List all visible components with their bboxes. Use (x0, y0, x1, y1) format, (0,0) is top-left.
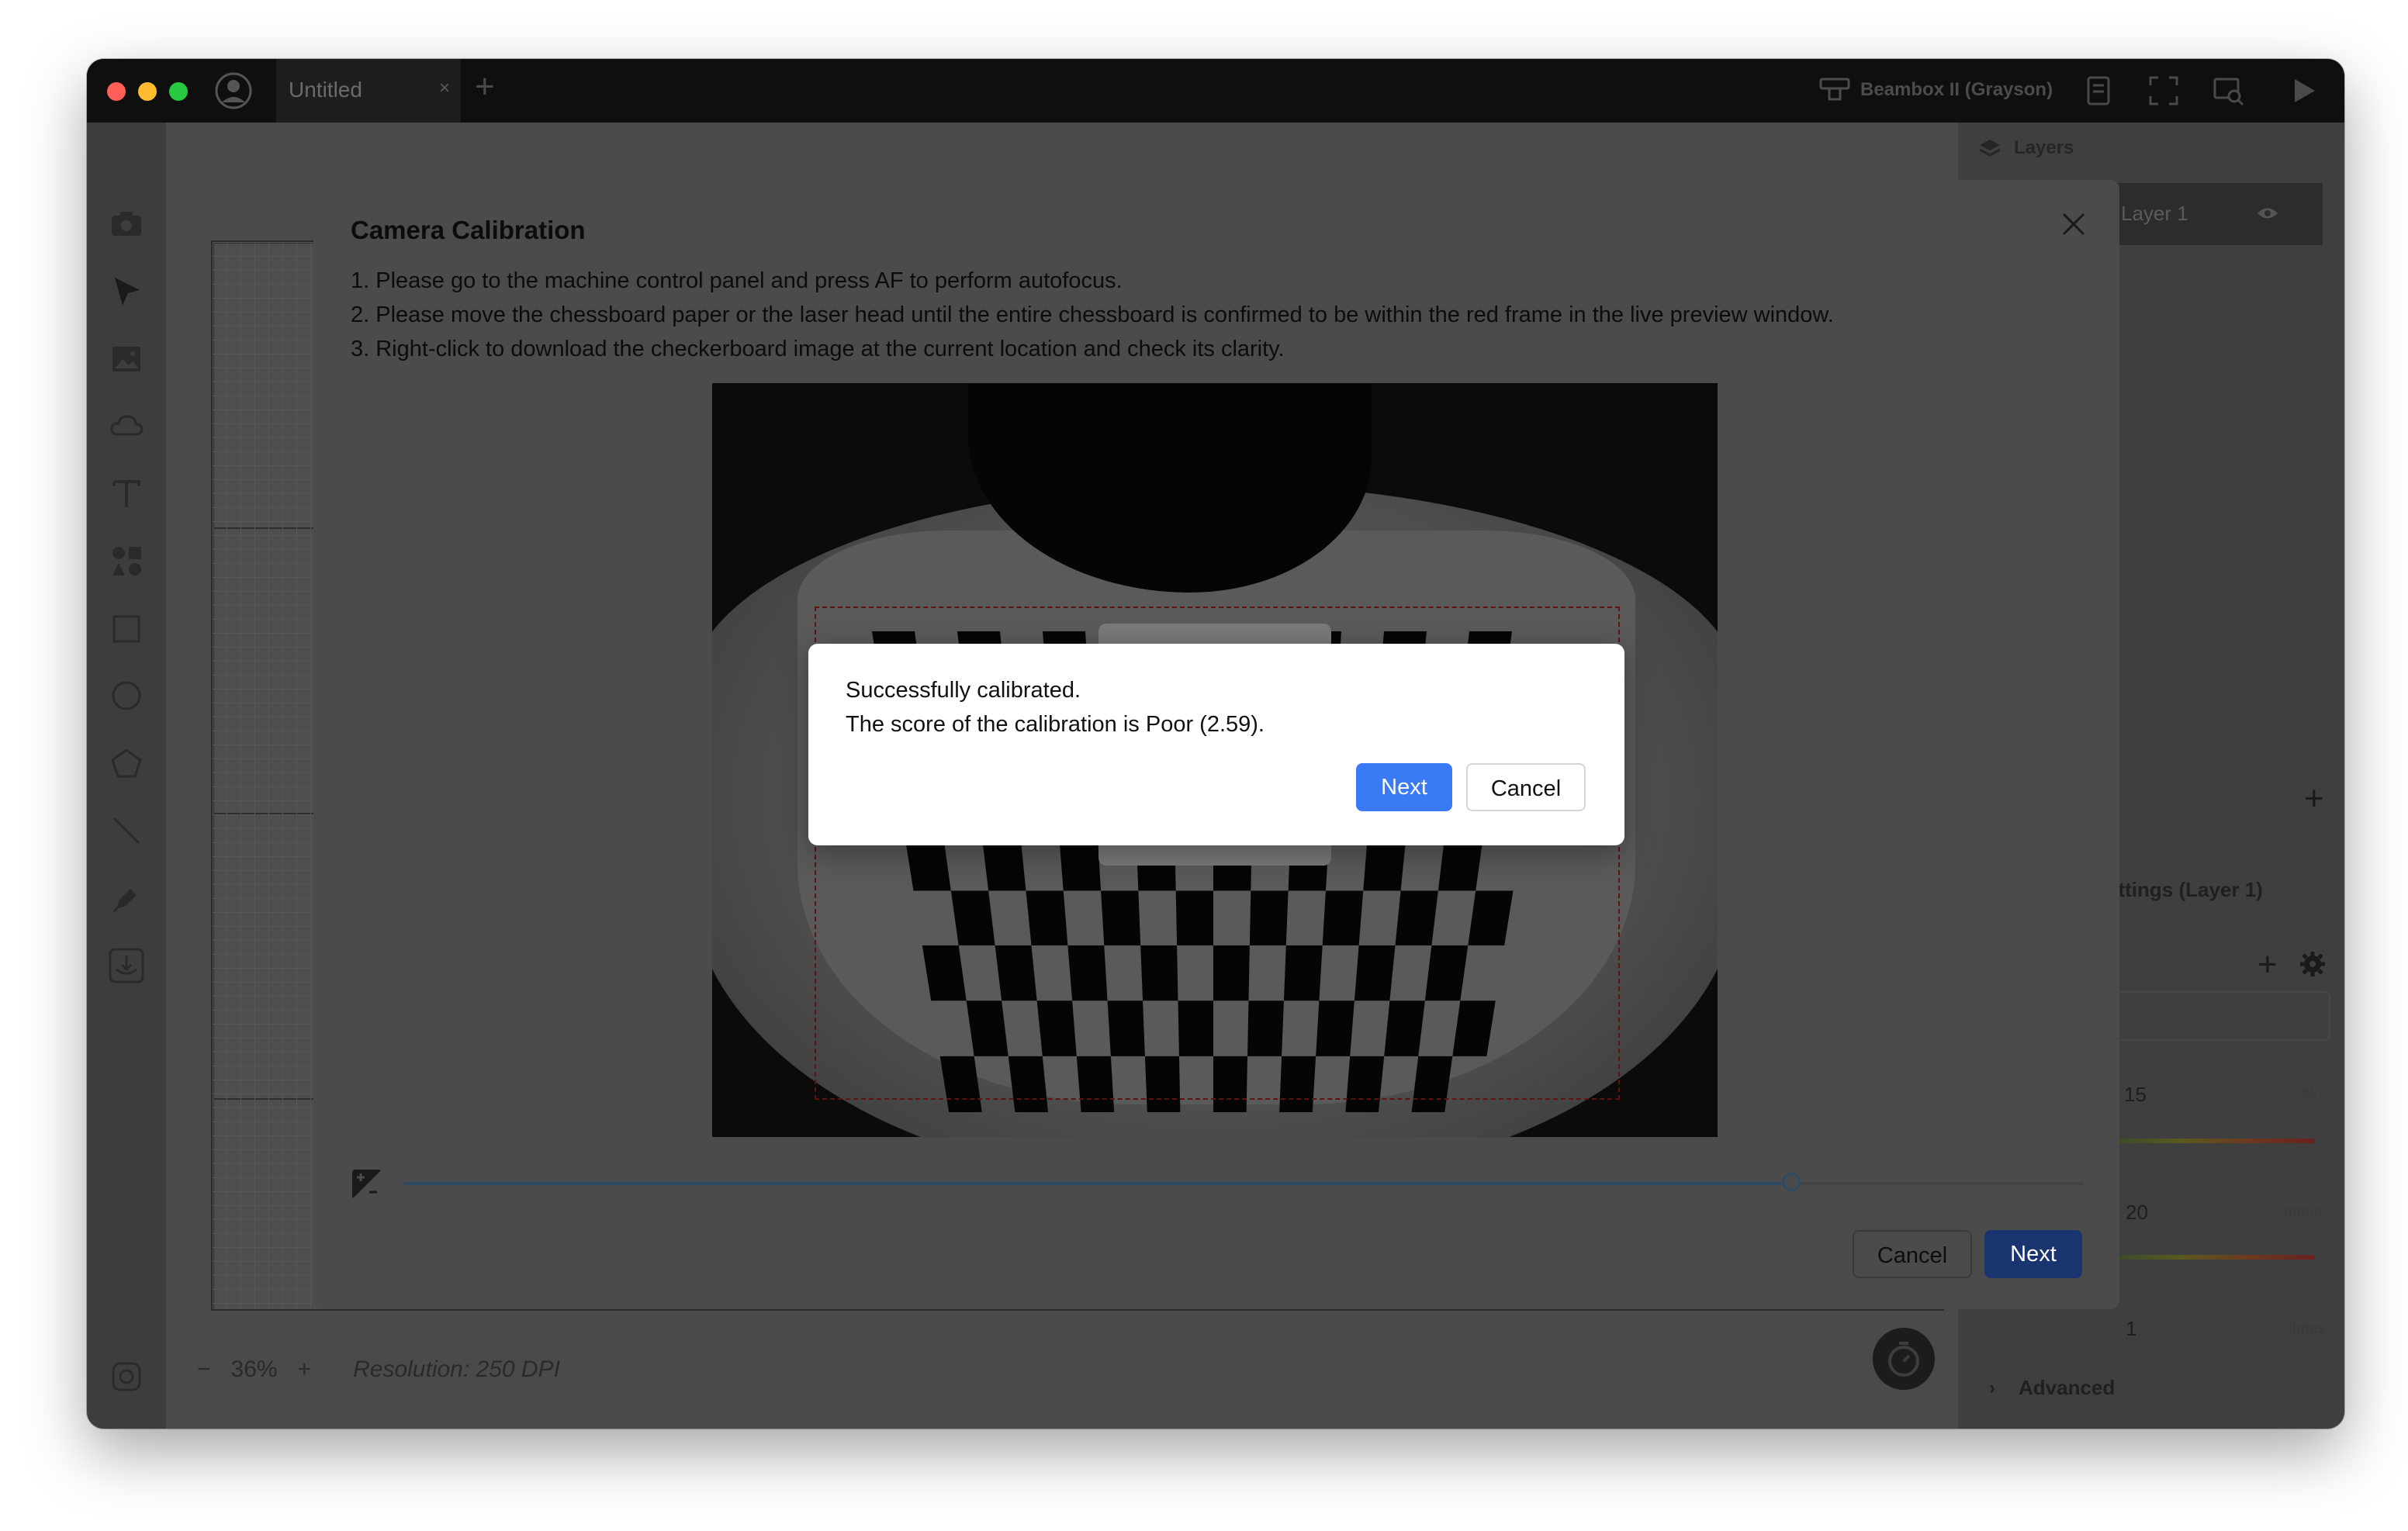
camera-icon[interactable] (107, 205, 146, 244)
left-toolbar (87, 123, 166, 1429)
add-layer-icon[interactable]: + (2304, 782, 2324, 816)
timer-icon[interactable] (1873, 1328, 1935, 1390)
layers-header: Layers (1978, 137, 2074, 160)
calibration-score: The score of the calibration is Poor (2.… (846, 712, 1265, 737)
select-cursor-icon[interactable] (107, 273, 146, 312)
chevron-right-icon: › (1989, 1377, 1995, 1398)
device-name: Beambox II (Grayson) (1860, 79, 2053, 100)
power-slider[interactable] (2113, 1139, 2315, 1143)
advanced-toggle[interactable]: › Advanced (1989, 1376, 2115, 1400)
eye-visibility-icon[interactable] (2256, 203, 2279, 223)
elements-icon[interactable] (107, 541, 146, 580)
tab-title: Untitled (289, 78, 362, 102)
layer-name: Layer 1 (2121, 202, 2188, 225)
instagram-icon[interactable] (107, 1357, 146, 1396)
speed-slider[interactable] (2113, 1255, 2315, 1260)
maximize-window-button[interactable] (169, 82, 188, 101)
power-unit: % (2302, 1086, 2316, 1103)
resolution-label: Resolution: 250 DPI (353, 1356, 560, 1382)
new-tab-button[interactable]: + (475, 70, 495, 104)
power-value[interactable]: 15 (2124, 1083, 2147, 1107)
advanced-label: Advanced (2019, 1376, 2116, 1399)
dialog-cancel-button[interactable]: Cancel (1853, 1230, 1972, 1278)
design-market-icon[interactable] (107, 1426, 146, 1429)
frame-icon[interactable] (2147, 74, 2180, 107)
preview-search-icon[interactable] (2213, 74, 2245, 107)
line-icon[interactable] (107, 811, 146, 850)
zoom-out-button[interactable]: − (197, 1356, 211, 1383)
instruction-step-3: 3. Right-click to download the checkerbo… (351, 337, 1285, 361)
message-next-button[interactable]: Next (1356, 763, 1452, 811)
document-icon[interactable] (2082, 74, 2115, 107)
exposure-slider-fill (403, 1182, 1792, 1185)
zoom-level[interactable]: 36% (231, 1356, 278, 1383)
exposure-slider[interactable] (403, 1173, 2084, 1191)
title-bar: Untitled × + Beambox II (Grayson) (87, 59, 2344, 123)
add-preset-icon[interactable]: + (2258, 948, 2278, 982)
speed-value[interactable]: 20 (2126, 1201, 2148, 1225)
dialog-next-button[interactable]: Next (1984, 1230, 2082, 1278)
minimize-window-button[interactable] (138, 82, 157, 101)
cloud-icon[interactable] (107, 406, 146, 445)
tab-close-icon[interactable]: × (439, 78, 450, 99)
device-selector[interactable]: Beambox II (Grayson) (1818, 74, 2053, 105)
image-icon[interactable] (107, 340, 146, 378)
instruction-step-2: 2. Please move the chessboard paper or t… (351, 302, 1834, 327)
layers-title: Layers (2014, 137, 2074, 158)
text-tool-icon[interactable] (107, 475, 146, 513)
layers-icon (1979, 140, 2001, 157)
pen-icon[interactable] (107, 880, 146, 918)
dialog-title: Camera Calibration (351, 216, 586, 244)
document-tab[interactable]: Untitled × (276, 59, 461, 123)
rectangle-icon[interactable] (107, 610, 146, 648)
calibration-result-dialog: Successfully calibrated. The score of th… (808, 644, 1624, 845)
laser-machine-icon (1819, 78, 1850, 101)
preset-select[interactable] (2082, 991, 2330, 1041)
speed-unit: mm/s (2284, 1204, 2322, 1221)
instruction-step-1: 1. Please go to the machine control pane… (351, 268, 1123, 293)
zoom-controls: − 36% + Resolution: 250 DPI (197, 1353, 560, 1387)
exposure-slider-thumb[interactable] (1782, 1173, 1801, 1191)
ellipse-icon[interactable] (107, 676, 146, 715)
instruction-list: 1. Please go to the machine control pane… (351, 264, 1834, 366)
close-window-button[interactable] (107, 82, 126, 101)
zoom-in-button[interactable]: + (298, 1356, 312, 1383)
repeat-unit: times (2289, 1320, 2326, 1337)
close-icon[interactable] (2060, 211, 2087, 237)
exposure-icon (352, 1170, 382, 1199)
repeat-value[interactable]: 1 (2126, 1317, 2136, 1341)
success-message: Successfully calibrated. (846, 678, 1081, 703)
polygon-icon[interactable] (107, 745, 146, 783)
message-cancel-button[interactable]: Cancel (1466, 763, 1586, 811)
curve-engrave-icon[interactable] (107, 946, 146, 985)
play-icon[interactable] (2287, 74, 2320, 107)
gear-icon[interactable] (2299, 951, 2326, 977)
layer-settings-title: ettings (Layer 1) (2107, 878, 2263, 901)
user-avatar-icon[interactable] (214, 71, 253, 110)
